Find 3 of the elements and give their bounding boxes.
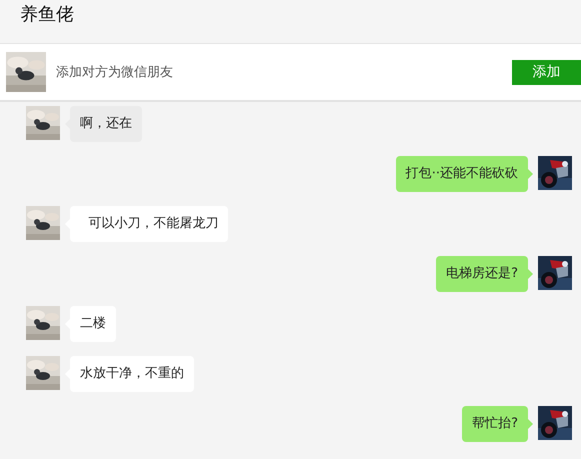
- add-button[interactable]: 添加: [512, 60, 581, 84]
- chat-title: 养鱼佬: [20, 4, 74, 25]
- add-friend-prompt: 添加对方为微信朋友: [56, 64, 174, 81]
